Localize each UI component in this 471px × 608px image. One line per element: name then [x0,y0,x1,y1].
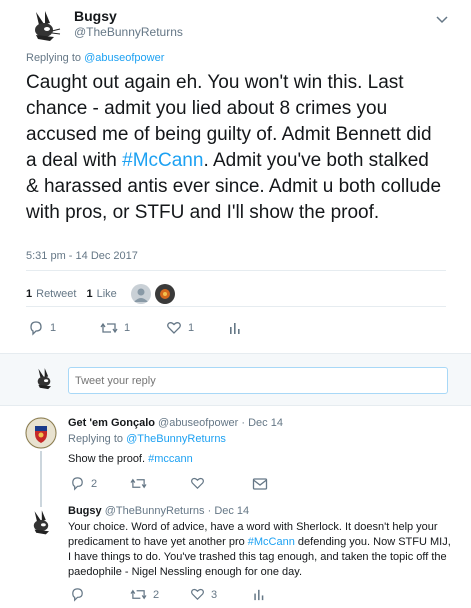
heart-icon [191,477,204,490]
reply-text: Your choice. Word of advice, have a word… [68,520,453,580]
tweet-stats: 1 Retweet 1 Like [26,284,175,304]
rabbit-avatar-icon [24,8,64,48]
thread-line [40,451,42,507]
separator: · [207,505,212,517]
reply-tweet[interactable]: Get 'em Gonçalo @abuseofpower · Dec 14 R… [0,407,471,507]
like-action[interactable]: 3 [190,587,252,602]
replying-to-link[interactable]: @abuseofpower [84,52,164,64]
hashtag-link[interactable]: #mccann [148,453,193,465]
tweet-timestamp[interactable]: 5:31 pm - 14 Dec 2017 [26,250,138,262]
reply-header: Get 'em Gonçalo @abuseofpower · Dec 14 [68,417,283,429]
analytics-icon [230,323,240,334]
like-action[interactable] [190,476,252,491]
divider [26,270,446,271]
reply-text: Show the proof. #mccann [68,452,453,467]
analytics-action[interactable] [228,320,242,336]
reply-actions: 2 3 [70,587,266,602]
author-name[interactable]: Bugsy [68,505,102,517]
like-action[interactable]: 1 [166,320,228,336]
liker-avatar[interactable] [130,284,151,304]
hashtag-link[interactable]: #McCann [122,150,203,171]
reply-icon [72,588,83,602]
divider [26,306,446,307]
reply-action[interactable]: 1 [28,320,100,336]
retweet-icon [130,589,147,600]
bugsy-avatar[interactable] [25,508,57,540]
retweet-action[interactable]: 1 [100,320,166,336]
main-tweet: Bugsy @TheBunnyReturns Replying to @abus… [0,0,471,354]
reply-text-part: Show the proof. [68,453,149,465]
default-user-icon [133,288,148,302]
like-count[interactable]: 1 [86,288,92,300]
author-name[interactable]: Get 'em Gonçalo [68,417,155,429]
hashtag-link[interactable]: #McCann [248,536,295,548]
heart-icon [167,322,181,334]
rabbit-avatar-icon [30,366,58,394]
replying-to: Replying to @TheBunnyReturns [68,433,226,445]
retweeter-avatar[interactable] [154,284,175,304]
reply-tweet[interactable]: Bugsy @TheBunnyReturns · Dec 14 Your cho… [0,502,471,608]
author-handle[interactable]: @TheBunnyReturns [74,25,183,39]
like-count: 1 [188,322,195,334]
retweet-icon [130,478,147,489]
direct-message-action[interactable] [252,477,268,491]
analytics-icon [254,589,264,601]
current-user-avatar [30,366,58,394]
tweet-date[interactable]: Dec 14 [248,417,283,429]
separator: · [241,417,246,429]
flower-avatar-icon [154,284,175,304]
chevron-down-icon[interactable] [435,13,449,27]
tweet-actions: 1 1 1 [28,320,242,336]
reply-count: 1 [50,322,57,334]
replying-to-link[interactable]: @TheBunnyReturns [126,433,226,445]
replying-prefix: Replying to [68,433,124,445]
author-handle[interactable]: @abuseofpower [158,417,238,429]
retweet-icon [100,322,118,334]
reply-composer [0,354,471,406]
retweet-action[interactable]: 2 [130,587,190,602]
reply-actions: 2 [70,476,268,491]
author-handle[interactable]: @TheBunnyReturns [105,505,205,517]
heart-icon [191,588,204,601]
goncalo-avatar[interactable] [25,417,57,449]
reply-action[interactable]: 2 [70,476,130,491]
reply-header: Bugsy @TheBunnyReturns · Dec 14 [68,505,249,517]
replying-prefix: Replying to [26,52,82,64]
tweet-date[interactable]: Dec 14 [214,505,249,517]
rabbit-avatar-icon [25,508,57,540]
analytics-action[interactable] [252,587,266,602]
reply-icon [72,477,83,491]
author-name[interactable]: Bugsy [74,8,117,24]
retweet-label[interactable]: Retweet [36,288,76,300]
retweet-count[interactable]: 1 [26,288,32,300]
like-label[interactable]: Like [97,288,117,300]
reply-count: 2 [91,477,98,490]
reply-input[interactable] [68,367,448,394]
like-count: 3 [211,588,218,601]
retweet-count: 1 [124,322,131,334]
replying-to: Replying to @abuseofpower [26,52,164,64]
reply-action[interactable] [70,587,130,602]
mail-icon [252,477,268,490]
retweet-count: 2 [153,588,160,601]
shield-avatar-icon [25,417,57,449]
retweet-action[interactable] [130,476,190,491]
tweet-text: Caught out again eh. You won't win this.… [26,70,446,226]
reply-icon [30,321,42,336]
bugsy-avatar[interactable] [24,8,64,48]
